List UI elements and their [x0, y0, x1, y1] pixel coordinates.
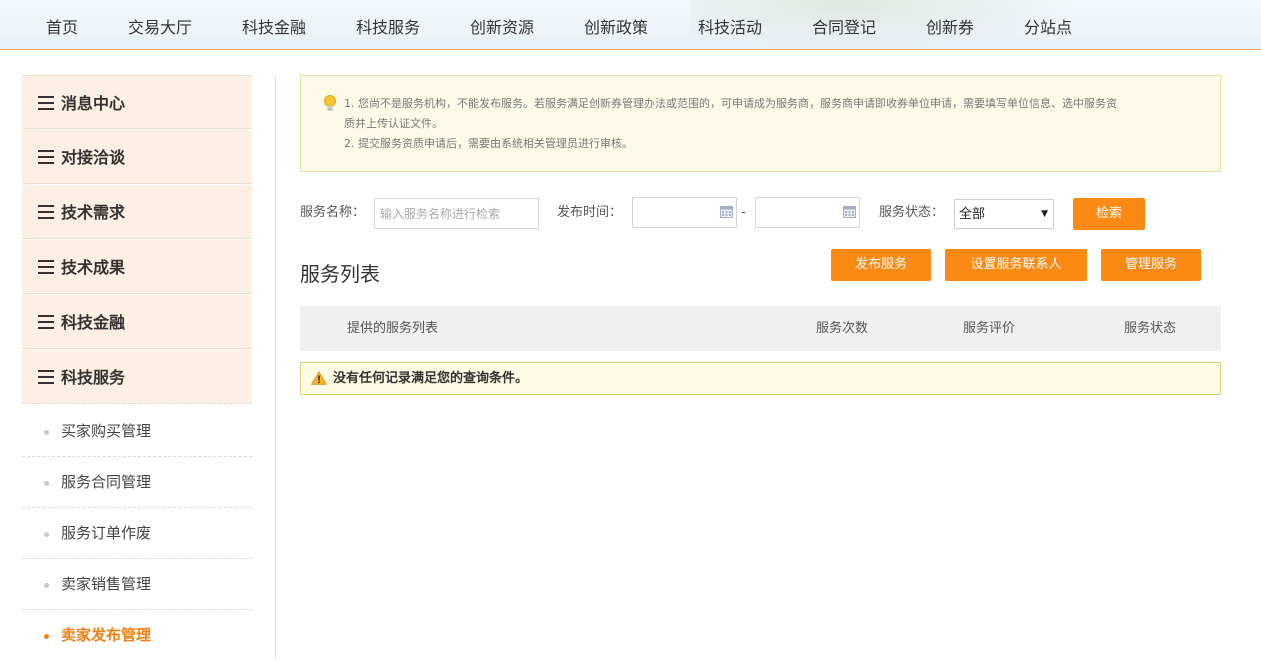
notice-line-1-cont: 质并上传认证文件。 [344, 117, 443, 130]
sidebar-item-label: 消息中心 [61, 94, 126, 113]
search-button[interactable]: 检索 [1073, 198, 1145, 230]
empty-result-message: 没有任何记录满足您的查询条件。 [300, 362, 1221, 395]
lightbulb-icon [324, 95, 336, 111]
date-separator: - [741, 205, 746, 220]
warning-icon [311, 371, 327, 385]
sidebar-item-label: 科技服务 [61, 368, 126, 387]
menu-icon [38, 260, 54, 274]
sidebar-item-tech-finance[interactable]: 科技金融 [22, 295, 252, 349]
publish-service-button[interactable]: 发布服务 [831, 249, 931, 281]
nav-item-tech-activities[interactable]: 科技活动 [698, 0, 762, 50]
nav-item-innovation-resources[interactable]: 创新资源 [470, 0, 534, 50]
sidebar-subitem-seller-sales[interactable]: 卖家销售管理 [22, 559, 252, 610]
sidebar-subitem-order-void[interactable]: 服务订单作废 [22, 508, 252, 559]
page-title: 服务列表 [300, 262, 380, 286]
column-header-service-list: 提供的服务列表 [347, 321, 439, 336]
sidebar-item-tech-services[interactable]: 科技服务 [22, 350, 252, 404]
notice-line-1: 1. 您尚不是服务机构，不能发布服务。若服务满足创新券管理办法或范围的，可申请成… [344, 97, 1117, 110]
calendar-icon[interactable] [720, 206, 733, 218]
sidebar-item-negotiation[interactable]: 对接洽谈 [22, 130, 252, 184]
menu-icon [38, 150, 54, 164]
sidebar-subitem-label: 卖家销售管理 [61, 575, 152, 593]
sidebar-item-label: 技术需求 [61, 203, 126, 222]
nav-item-contract-registration[interactable]: 合同登记 [812, 0, 876, 50]
sidebar-subitem-label: 买家购买管理 [61, 422, 152, 440]
nav-item-tech-services[interactable]: 科技服务 [356, 0, 420, 50]
sidebar-subitem-label: 服务订单作废 [61, 524, 152, 542]
calendar-icon[interactable] [843, 206, 856, 218]
sidebar-subitem-seller-publish[interactable]: 卖家发布管理 [22, 610, 252, 661]
sidebar-item-label: 技术成果 [61, 258, 126, 277]
nav-item-innovation-policy[interactable]: 创新政策 [584, 0, 648, 50]
set-service-contact-button[interactable]: 设置服务联系人 [945, 249, 1087, 281]
service-name-label: 服务名称： [300, 205, 366, 220]
menu-icon [38, 315, 54, 329]
service-name-input[interactable] [374, 198, 539, 229]
sidebar-item-label: 对接洽谈 [61, 148, 126, 167]
bullet-icon [44, 583, 49, 588]
sidebar-subitem-buyer-purchase[interactable]: 买家购买管理 [22, 406, 252, 457]
publish-time-label: 发布时间： [557, 205, 623, 220]
sidebar-subitem-label: 服务合同管理 [61, 473, 152, 491]
menu-icon [38, 205, 54, 219]
dropdown-arrow-icon: ▼ [1041, 209, 1048, 219]
column-header-service-count: 服务次数 [816, 321, 869, 336]
notice-box: 1. 您尚不是服务机构，不能发布服务。若服务满足创新券管理办法或范围的，可申请成… [300, 75, 1221, 172]
menu-icon [38, 370, 54, 384]
table-header: 提供的服务列表 服务次数 服务评价 服务状态 [300, 306, 1221, 351]
service-status-label: 服务状态： [879, 205, 945, 220]
sidebar-subitem-service-contract[interactable]: 服务合同管理 [22, 457, 252, 508]
bullet-icon [44, 481, 49, 486]
sidebar-item-tech-achievements[interactable]: 技术成果 [22, 240, 252, 294]
top-navigation: 首页 交易大厅 科技金融 科技服务 创新资源 创新政策 科技活动 合同登记 创新… [0, 0, 1261, 50]
service-status-select[interactable]: 全部 ▼ [954, 199, 1054, 229]
bullet-icon [44, 634, 49, 639]
sidebar-item-messages[interactable]: 消息中心 [22, 75, 252, 129]
sidebar-divider [275, 75, 276, 660]
column-header-service-rating: 服务评价 [963, 321, 1016, 336]
sidebar-subitem-label: 卖家发布管理 [61, 626, 152, 644]
service-status-value: 全部 [959, 207, 986, 222]
nav-item-trading-hall[interactable]: 交易大厅 [128, 0, 192, 50]
bullet-icon [44, 430, 49, 435]
sidebar-item-label: 科技金融 [61, 313, 126, 332]
bullet-icon [44, 532, 49, 537]
nav-item-home[interactable]: 首页 [46, 0, 78, 50]
column-header-service-status: 服务状态 [1124, 321, 1177, 336]
manage-service-button[interactable]: 管理服务 [1101, 249, 1201, 281]
nav-item-substations[interactable]: 分站点 [1024, 0, 1072, 50]
sidebar-item-tech-demand[interactable]: 技术需求 [22, 185, 252, 239]
notice-line-2: 2. 提交服务资质申请后，需要由系统相关管理员进行审核。 [344, 137, 633, 150]
nav-item-tech-finance[interactable]: 科技金融 [242, 0, 306, 50]
menu-icon [38, 96, 54, 110]
empty-result-text: 没有任何记录满足您的查询条件。 [333, 371, 529, 386]
nav-item-innovation-voucher[interactable]: 创新券 [926, 0, 974, 50]
